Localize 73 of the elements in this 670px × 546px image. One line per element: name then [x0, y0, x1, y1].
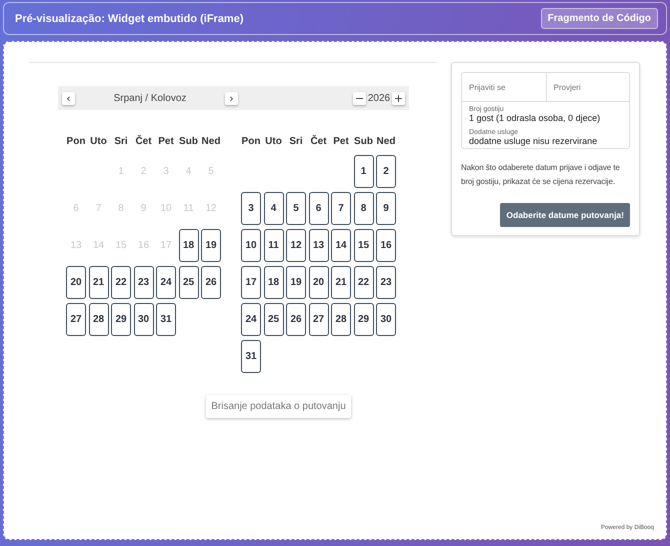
- day-button[interactable]: 10: [241, 229, 261, 262]
- day-button[interactable]: 29: [354, 303, 374, 336]
- day-button[interactable]: 8: [354, 192, 374, 225]
- weekday-label: Ned: [376, 136, 396, 147]
- day-button[interactable]: 23: [376, 266, 396, 299]
- day-button[interactable]: 17: [241, 266, 261, 299]
- year-increase-button[interactable]: +: [392, 92, 405, 104]
- day-button[interactable]: 21: [88, 266, 108, 299]
- day-button[interactable]: 15: [354, 229, 374, 262]
- day-button[interactable]: 24: [241, 303, 261, 336]
- day-button[interactable]: 28: [88, 303, 108, 336]
- day-button[interactable]: 27: [308, 303, 328, 336]
- day-button[interactable]: 5: [286, 192, 306, 225]
- check-in-field[interactable]: Prijaviti se: [462, 73, 546, 101]
- day-button[interactable]: 26: [286, 303, 306, 336]
- day-button[interactable]: 6: [308, 192, 328, 225]
- day-button[interactable]: 27: [66, 303, 86, 336]
- day-button[interactable]: 22: [354, 266, 374, 299]
- year-label: 2026: [366, 92, 392, 104]
- weekday-label: Sri: [114, 136, 128, 147]
- next-button[interactable]: ›: [225, 92, 238, 104]
- window-title: Pré-visualização: Widget embutido (iFrame): [15, 12, 244, 24]
- day-button[interactable]: 25: [264, 303, 284, 336]
- weekday-label: Pet: [158, 136, 174, 147]
- extras-value[interactable]: dodatne usluge nisu rezervirane: [469, 136, 622, 146]
- weekday-label: Pet: [333, 136, 349, 147]
- previous-button[interactable]: ‹: [62, 92, 75, 104]
- weekday-label: Uto: [265, 136, 282, 147]
- check-out-field[interactable]: Provjeri: [546, 73, 629, 101]
- weekday-label: Čet: [135, 136, 152, 147]
- day-button[interactable]: 26: [201, 266, 221, 299]
- day-button[interactable]: 14: [331, 229, 351, 262]
- day-button[interactable]: 28: [331, 303, 351, 336]
- day-button[interactable]: 31: [156, 303, 176, 336]
- weekday-label: Sub: [179, 136, 198, 147]
- guests-value[interactable]: 1 gost (1 odrasla osoba, 0 djece): [469, 113, 622, 123]
- day-button[interactable]: 9: [376, 192, 396, 225]
- day-button[interactable]: 3: [241, 192, 261, 225]
- weekday-label: Čet: [310, 136, 327, 147]
- price-note: Nakon što odaberete datum prijave i odjave te broj gostiju, prikazat će se cijena rezervacije.: [461, 162, 621, 188]
- month-label: Srpanj / Kolovoz: [112, 92, 188, 104]
- day-button[interactable]: 18: [264, 266, 284, 299]
- weekday-label: Ned: [202, 136, 220, 147]
- day-button[interactable]: 22: [111, 266, 131, 299]
- day-button[interactable]: 18: [178, 229, 198, 262]
- day-button[interactable]: 23: [134, 266, 154, 299]
- day-button[interactable]: 30: [376, 303, 396, 336]
- weekday-label: Uto: [90, 136, 107, 147]
- day-button[interactable]: 31: [241, 340, 261, 373]
- weekday-label: Pon: [66, 136, 86, 147]
- day-button[interactable]: 11: [264, 229, 284, 262]
- day-button[interactable]: 19: [201, 229, 221, 262]
- day-button[interactable]: 30: [134, 303, 154, 336]
- day-button[interactable]: 4: [264, 192, 284, 225]
- day-button[interactable]: 12: [286, 229, 306, 262]
- day-button[interactable]: 13: [308, 229, 328, 262]
- day-button[interactable]: 20: [66, 266, 86, 299]
- day-button[interactable]: 16: [376, 229, 396, 262]
- day-button[interactable]: 24: [156, 266, 176, 299]
- weekday-label: Pon: [242, 136, 260, 147]
- day-button[interactable]: 1: [354, 155, 374, 188]
- select-dates-button[interactable]: Odaberite datume putovanja!: [500, 203, 630, 227]
- day-button[interactable]: 19: [286, 266, 306, 299]
- day-button[interactable]: 29: [111, 303, 131, 336]
- day-button[interactable]: 7: [331, 192, 351, 225]
- day-button[interactable]: 20: [308, 266, 328, 299]
- day-button[interactable]: 25: [178, 266, 198, 299]
- weekday-label: Sub: [354, 136, 373, 147]
- day-button[interactable]: 2: [376, 155, 396, 188]
- weekday-label: Sri: [289, 136, 303, 147]
- year-decrease-button[interactable]: −: [353, 92, 366, 104]
- day-button[interactable]: 21: [331, 266, 351, 299]
- clear-button[interactable]: Brisanje podataka o putovanju: [206, 395, 351, 418]
